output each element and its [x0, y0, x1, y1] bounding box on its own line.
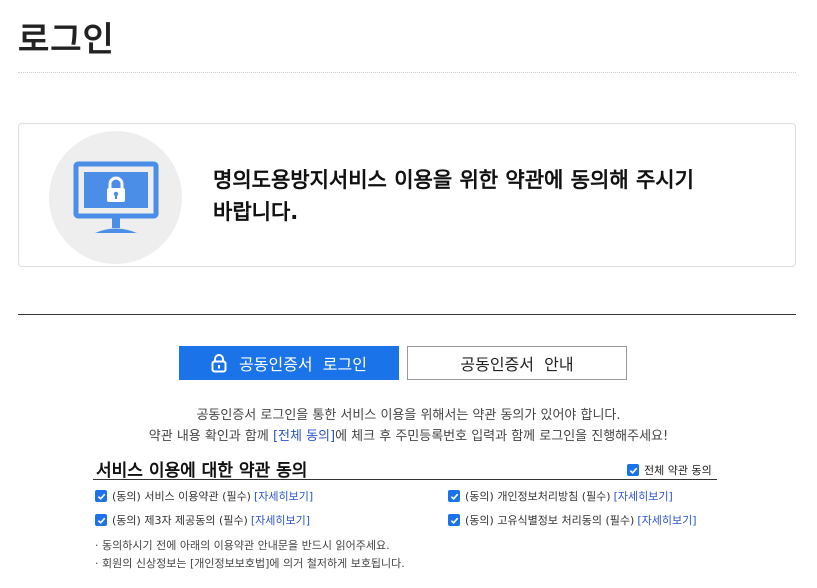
term-third-party-label: (동의) 제3자 제공동의 (필수)	[112, 514, 248, 527]
notice-icon-circle	[49, 131, 182, 264]
lock-icon	[211, 353, 227, 373]
term-unique-id-detail-link[interactable]: [자세히보기]	[637, 512, 696, 528]
check-all-checkbox[interactable]	[627, 464, 639, 476]
tab-certificate-login[interactable]: 공동인증서 로그인	[179, 346, 399, 380]
checkmark-icon	[97, 517, 105, 524]
intro-line-2: 약관 내용 확인과 함께 [전체 동의]에 체크 후 주민등록번호 입력과 함께…	[0, 425, 817, 444]
term-service-agreement: (동의) 서비스 이용약관 (필수) [자세히보기]	[95, 488, 313, 504]
term-privacy-label: (동의) 개인정보처리방침 (필수)	[465, 490, 611, 503]
checkmark-icon	[450, 493, 458, 500]
term-privacy-checkbox[interactable]	[448, 490, 460, 502]
notice-line-1: 명의도용방지서비스 이용을 위한 약관에 동의해 주시기	[213, 168, 694, 192]
notice-box: 명의도용방지서비스 이용을 위한 약관에 동의해 주시기 바랍니다.	[18, 123, 796, 267]
term-service-checkbox[interactable]	[95, 490, 107, 502]
monitor-lock-icon	[73, 161, 159, 233]
notice-line-2: 바랍니다.	[213, 200, 299, 224]
page-title: 로그인	[18, 20, 115, 60]
check-all[interactable]: 전체 약관 동의	[627, 462, 712, 478]
title-divider	[18, 72, 796, 73]
notice-message: 명의도용방지서비스 이용을 위한 약관에 동의해 주시기 바랍니다.	[213, 164, 773, 228]
checkmark-icon	[629, 467, 637, 474]
term-privacy-detail-link[interactable]: [자세히보기]	[614, 488, 673, 504]
term-unique-id: (동의) 고유식별정보 처리동의 (필수) [자세히보기]	[448, 512, 697, 528]
note-privacy-protection: · 회원의 신상정보는 [개인정보보호법]에 의거 철저하게 보호됩니다.	[95, 557, 405, 570]
term-privacy-policy: (동의) 개인정보처리방침 (필수) [자세히보기]	[448, 488, 673, 504]
term-unique-id-label: (동의) 고유식별정보 처리동의 (필수)	[465, 514, 635, 527]
tab-certificate-guide-label: 공동인증서 안내	[460, 355, 574, 374]
check-all-label: 전체 약관 동의	[644, 464, 712, 477]
term-unique-id-checkbox[interactable]	[448, 514, 460, 526]
checkmark-icon	[450, 517, 458, 524]
term-third-party-detail-link[interactable]: [자세히보기]	[251, 512, 310, 528]
intro-line-2-post: 에 체크 후 주민등록번호 입력과 함께 로그인을 진행해주세요!	[335, 429, 669, 444]
term-third-party-checkbox[interactable]	[95, 514, 107, 526]
term-service-label: (동의) 서비스 이용약관 (필수)	[112, 490, 251, 503]
intro-line-2-pre: 약관 내용 확인과 함께	[148, 429, 273, 444]
terms-divider	[93, 479, 717, 480]
check-all-link[interactable]: [전체 동의]	[273, 429, 335, 444]
tab-certificate-login-label: 공동인증서 로그인	[239, 355, 367, 374]
tab-certificate-guide[interactable]: 공동인증서 안내	[407, 346, 627, 380]
term-service-detail-link[interactable]: [자세히보기]	[254, 488, 313, 504]
terms-title: 서비스 이용에 대한 약관 동의	[96, 461, 308, 481]
section-divider	[18, 314, 796, 315]
checkmark-icon	[97, 493, 105, 500]
term-third-party: (동의) 제3자 제공동의 (필수) [자세히보기]	[95, 512, 310, 528]
intro-line-1: 공동인증서 로그인을 통한 서비스 이용을 위해서는 약관 동의가 있어야 합니…	[196, 408, 621, 423]
note-read-terms: · 동의하시기 전에 아래의 이용약관 안내문을 반드시 읽어주세요.	[95, 539, 390, 552]
